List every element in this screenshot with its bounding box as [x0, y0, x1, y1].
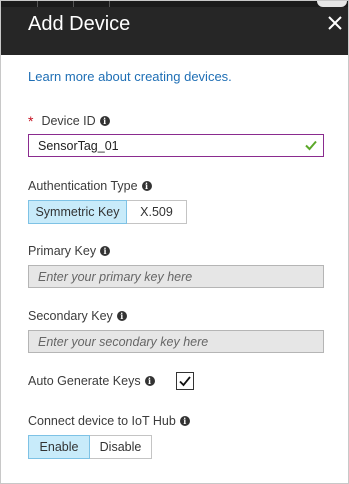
auto-generate-keys-label-row: Auto Generate Keys i	[28, 374, 155, 388]
checkmark-icon	[179, 376, 191, 387]
page-title: Add Device	[28, 13, 131, 35]
disable-option[interactable]: Disable	[90, 435, 152, 459]
close-button[interactable]	[323, 11, 347, 35]
secondary-key-input[interactable]: Enter your secondary key here	[28, 330, 324, 353]
authentication-type-label-row: Authentication Type i	[28, 179, 152, 193]
authentication-type-label: Authentication Type	[28, 179, 138, 193]
enable-option[interactable]: Enable	[28, 435, 90, 459]
auto-generate-keys-label: Auto Generate Keys	[28, 374, 141, 388]
primary-key-placeholder: Enter your primary key here	[38, 269, 193, 284]
primary-key-label: Primary Key	[28, 244, 97, 258]
secondary-key-label: Secondary Key	[28, 309, 113, 323]
x509-option[interactable]: X.509	[127, 200, 187, 224]
info-icon[interactable]: i	[179, 416, 190, 426]
connect-to-hub-toggle: Enable Disable	[28, 435, 152, 459]
primary-key-label-row: Primary Key i	[28, 244, 111, 258]
device-id-input[interactable]: SensorTag_01	[28, 134, 324, 157]
connect-to-hub-label-row: Connect device to IoT Hub i	[28, 414, 190, 428]
secondary-key-label-row: Secondary Key i	[28, 309, 127, 323]
top-strip	[1, 1, 348, 7]
device-id-label: Device ID	[41, 114, 96, 128]
auto-generate-keys-checkbox[interactable]	[176, 372, 194, 390]
strip-divider	[73, 1, 74, 7]
device-id-value: SensorTag_01	[38, 138, 119, 153]
symmetric-key-option[interactable]: Symmetric Key	[28, 200, 127, 224]
info-icon[interactable]: i	[141, 181, 152, 191]
info-icon[interactable]: i	[144, 376, 155, 386]
close-icon	[328, 16, 342, 30]
add-device-blade: Add Device Learn more about creating dev…	[0, 0, 349, 484]
learn-more-link[interactable]: Learn more about creating devices.	[28, 69, 232, 84]
info-icon[interactable]: i	[100, 246, 111, 256]
authentication-type-toggle: Symmetric Key X.509	[28, 200, 187, 224]
secondary-key-placeholder: Enter your secondary key here	[38, 334, 209, 349]
strip-divider	[109, 1, 110, 7]
strip-divider	[37, 1, 38, 7]
info-icon[interactable]: i	[116, 311, 127, 321]
avatar-edge	[317, 1, 347, 7]
info-icon[interactable]: i	[99, 116, 110, 126]
required-marker: *	[28, 113, 34, 129]
checkmark-icon	[305, 140, 317, 151]
device-id-label-row: * Device ID i	[28, 113, 110, 129]
blade-header: Add Device	[1, 1, 348, 55]
primary-key-input[interactable]: Enter your primary key here	[28, 265, 324, 288]
connect-to-hub-label: Connect device to IoT Hub	[28, 414, 176, 428]
